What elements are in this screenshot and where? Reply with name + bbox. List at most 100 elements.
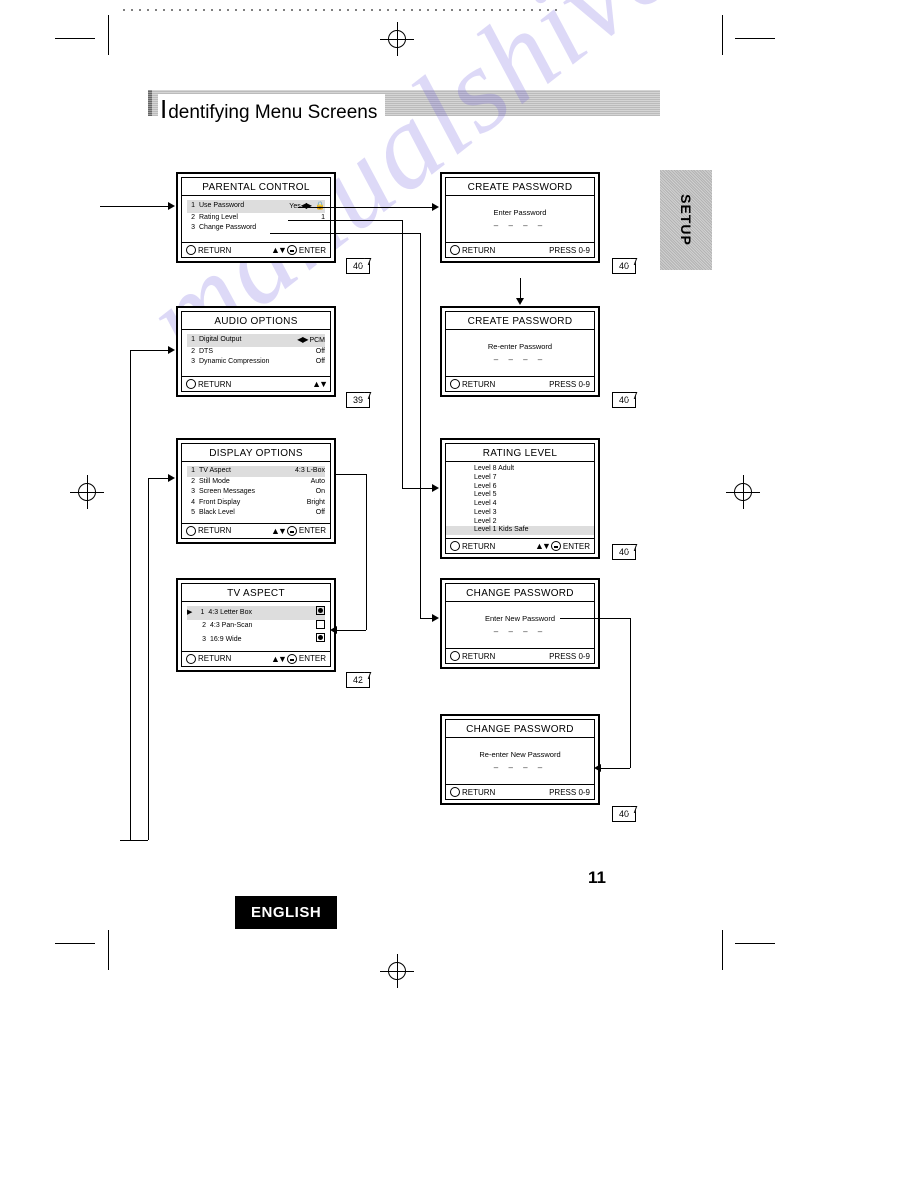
- enter-icon: [551, 541, 561, 551]
- rating-item: Level 4: [446, 500, 594, 509]
- enter-icon: [287, 654, 297, 664]
- arrowhead-icon: [516, 298, 524, 305]
- prompt-text: Re-enter Password: [451, 334, 589, 351]
- connector: [288, 220, 402, 221]
- box-title: DISPLAY OPTIONS: [182, 444, 330, 462]
- box-title: AUDIO OPTIONS: [182, 312, 330, 330]
- arrowhead-icon: [168, 202, 175, 210]
- return-icon: [186, 654, 196, 664]
- rating-item: Level 3: [446, 509, 594, 518]
- page-ref: 40: [612, 806, 636, 822]
- arrowhead-icon: [594, 764, 601, 772]
- page-ref: 40: [612, 258, 636, 274]
- connector: [270, 233, 420, 234]
- connector: [402, 488, 434, 489]
- rating-item: Level 7: [446, 474, 594, 483]
- crop-mark: [722, 15, 723, 55]
- return-icon: [186, 526, 196, 536]
- register-mark: [726, 475, 760, 509]
- connector: [366, 474, 367, 630]
- menu-item: 3 16:9 Wide: [187, 633, 325, 647]
- return-icon: [186, 379, 196, 389]
- box-audio-options: AUDIO OPTIONS 1 Digital Output ◀▶ PCM 2 …: [176, 306, 336, 397]
- box-title: PARENTAL CONTROL: [182, 178, 330, 196]
- register-mark: [70, 475, 104, 509]
- connector: [100, 206, 170, 207]
- connector: [600, 768, 630, 769]
- menu-item: 2 Still Mode Auto: [187, 477, 325, 488]
- return-icon: [450, 245, 460, 255]
- return-icon: [450, 787, 460, 797]
- arrowhead-icon: [432, 203, 439, 211]
- arrowhead-icon: [168, 346, 175, 354]
- page-title: Identifying Menu Screens: [158, 94, 385, 125]
- box-tv-aspect: TV ASPECT ▶1 4:3 Letter Box 2 4:3 Pan-Sc…: [176, 578, 336, 672]
- connector: [630, 618, 631, 768]
- rating-item: Level 5: [446, 491, 594, 500]
- radio-icon: [316, 606, 325, 615]
- password-dashes: – – – –: [451, 759, 589, 780]
- rating-item: Level 8 Adult: [446, 465, 594, 474]
- page-number: 11: [588, 868, 606, 888]
- return-icon: [450, 379, 460, 389]
- box-change-password-2: CHANGE PASSWORD Re-enter New Password – …: [440, 714, 600, 805]
- crop-mark: [55, 38, 95, 39]
- arrowhead-icon: [168, 474, 175, 482]
- rating-item: Level 6: [446, 483, 594, 492]
- crop-mark: [55, 943, 95, 944]
- connector: [298, 207, 434, 208]
- password-dashes: – – – –: [451, 623, 589, 644]
- box-rating-level: RATING LEVEL Level 8 Adult Level 7 Level…: [440, 438, 600, 559]
- radio-icon: [316, 633, 325, 642]
- connector: [120, 840, 148, 841]
- page-ref: 42: [346, 672, 370, 688]
- updown-icon: ▲▼: [271, 245, 285, 255]
- menu-item: 3 Dynamic Compression Off: [187, 357, 325, 368]
- box-title: CHANGE PASSWORD: [446, 720, 594, 738]
- menu-item: ▶1 4:3 Letter Box: [187, 606, 325, 620]
- connector: [130, 350, 170, 351]
- enter-icon: [287, 245, 297, 255]
- page-ref: 40: [612, 544, 636, 560]
- connector: [130, 350, 131, 840]
- language-badge: ENGLISH: [235, 896, 337, 929]
- menu-item: 3 Screen Messages On: [187, 487, 325, 498]
- menu-item: 2 DTS Off: [187, 347, 325, 358]
- box-title: CREATE PASSWORD: [446, 178, 594, 196]
- menu-item: 4 Front Display Bright: [187, 498, 325, 509]
- return-icon: [450, 541, 460, 551]
- password-dashes: – – – –: [451, 351, 589, 372]
- connector: [148, 478, 149, 840]
- radio-icon: [316, 620, 325, 629]
- menu-item: 1 TV Aspect 4:3 L-Box: [187, 466, 325, 477]
- enter-icon: [287, 526, 297, 536]
- return-icon: [450, 651, 460, 661]
- return-icon: [186, 245, 196, 255]
- updown-icon: ▲▼: [535, 541, 549, 551]
- connector: [336, 474, 366, 475]
- box-title: RATING LEVEL: [446, 444, 594, 462]
- prompt-text: Enter Password: [451, 200, 589, 217]
- menu-item: 2 4:3 Pan-Scan: [187, 620, 325, 634]
- connector: [560, 618, 630, 619]
- password-dashes: – – – –: [451, 217, 589, 238]
- register-mark: [380, 22, 414, 56]
- box-display-options: DISPLAY OPTIONS 1 TV Aspect 4:3 L-Box 2 …: [176, 438, 336, 544]
- connector: [420, 233, 421, 618]
- crop-mark: [735, 38, 775, 39]
- menu-item: 3 Change Password: [187, 223, 325, 234]
- crop-mark: [735, 943, 775, 944]
- arrowhead-icon: [330, 626, 337, 634]
- arrowhead-icon: [432, 484, 439, 492]
- page-ref: 40: [612, 392, 636, 408]
- rating-item: Level 1 Kids Safe: [446, 526, 594, 535]
- connector: [402, 220, 403, 488]
- box-title: CREATE PASSWORD: [446, 312, 594, 330]
- box-create-password-2: CREATE PASSWORD Re-enter Password – – – …: [440, 306, 600, 397]
- crop-mark: [722, 930, 723, 970]
- menu-item: 5 Black Level Off: [187, 508, 325, 519]
- box-title: CHANGE PASSWORD: [446, 584, 594, 602]
- dotted-trim: [120, 8, 558, 12]
- updown-icon: ▲▼: [271, 654, 285, 664]
- register-mark: [380, 954, 414, 988]
